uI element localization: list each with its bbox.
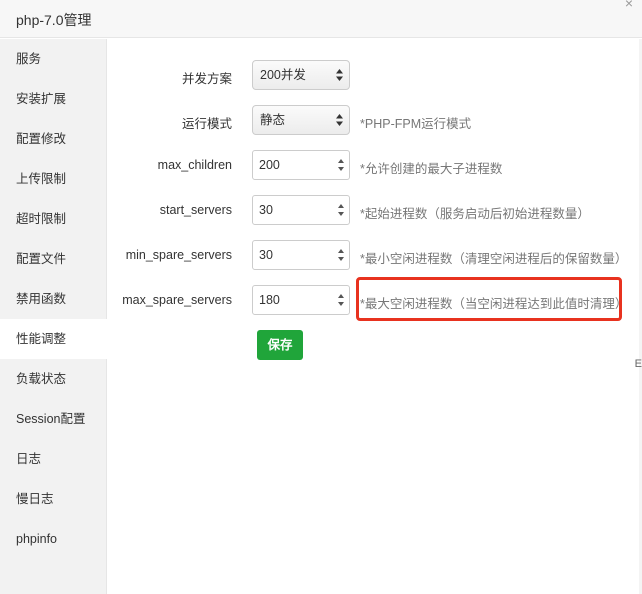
sidebar-item-config-file[interactable]: 配置文件 — [0, 239, 107, 279]
min-spare-servers-label: min_spare_servers — [125, 248, 232, 262]
window-title: php-7.0管理 — [16, 12, 92, 28]
save-button[interactable]: 保存 — [257, 330, 303, 360]
run-mode-label: 运行模式 — [181, 117, 232, 131]
sidebar-item-performance-tuning[interactable]: 性能调整 — [0, 319, 108, 359]
select-arrows-icon — [336, 114, 343, 126]
php-manager-window: php-7.0管理 × 服务 安装扩展 配置修改 上传限制 超时限制 配置文件 … — [0, 0, 642, 594]
start-servers-label: start_servers — [159, 203, 232, 217]
sidebar-item-slow-log[interactable]: 慢日志 — [0, 479, 107, 519]
run-mode-value: 静态 — [260, 113, 286, 127]
sidebar-item-session-config[interactable]: Session配置 — [0, 399, 107, 439]
concurrency-label: 并发方案 — [181, 72, 232, 86]
max-spare-servers-input[interactable]: 180 — [252, 285, 350, 315]
max-children-hint: *允许创建的最大子进程数 — [360, 162, 503, 176]
run-mode-select[interactable]: 静态 — [252, 105, 350, 135]
spinner-arrows-icon[interactable] — [337, 292, 345, 308]
sidebar-item-load-status[interactable]: 负载状态 — [0, 359, 107, 399]
run-mode-hint: *PHP-FPM运行模式 — [360, 117, 472, 131]
min-spare-servers-input[interactable]: 30 — [252, 240, 350, 270]
close-icon[interactable]: × — [620, 0, 638, 12]
sidebar-item-install-extensions[interactable]: 安装扩展 — [0, 79, 107, 119]
annotation-highlight-box — [356, 277, 622, 321]
sidebar-item-log[interactable]: 日志 — [0, 439, 107, 479]
sidebar-item-disabled-functions[interactable]: 禁用函数 — [0, 279, 107, 319]
titlebar: php-7.0管理 × — [0, 0, 642, 38]
max-spare-servers-label: max_spare_servers — [122, 293, 232, 307]
select-arrows-icon — [336, 69, 343, 81]
spinner-arrows-icon[interactable] — [337, 247, 345, 263]
sidebar: 服务 安装扩展 配置修改 上传限制 超时限制 配置文件 禁用函数 性能调整 负载… — [0, 39, 108, 594]
spinner-arrows-icon[interactable] — [337, 157, 345, 173]
max-children-label: max_children — [157, 158, 232, 172]
clipped-edge-text: E — [634, 358, 642, 370]
start-servers-input[interactable]: 30 — [252, 195, 350, 225]
concurrency-select[interactable]: 200并发 — [252, 60, 350, 90]
max-children-value: 200 — [259, 158, 280, 172]
start-servers-hint: *起始进程数（服务启动后初始进程数量） — [360, 207, 590, 221]
sidebar-item-config-edit[interactable]: 配置修改 — [0, 119, 107, 159]
concurrency-value: 200并发 — [260, 68, 306, 82]
spinner-arrows-icon[interactable] — [337, 202, 345, 218]
max-spare-servers-value: 180 — [259, 293, 280, 307]
min-spare-servers-hint: *最小空闲进程数（清理空闲进程后的保留数量） — [360, 252, 628, 266]
sidebar-item-upload-limit[interactable]: 上传限制 — [0, 159, 107, 199]
sidebar-item-timeout-limit[interactable]: 超时限制 — [0, 199, 107, 239]
min-spare-servers-value: 30 — [259, 248, 273, 262]
max-children-input[interactable]: 200 — [252, 150, 350, 180]
sidebar-item-service[interactable]: 服务 — [0, 39, 107, 79]
sidebar-item-phpinfo[interactable]: phpinfo — [0, 519, 107, 559]
start-servers-value: 30 — [259, 203, 273, 217]
